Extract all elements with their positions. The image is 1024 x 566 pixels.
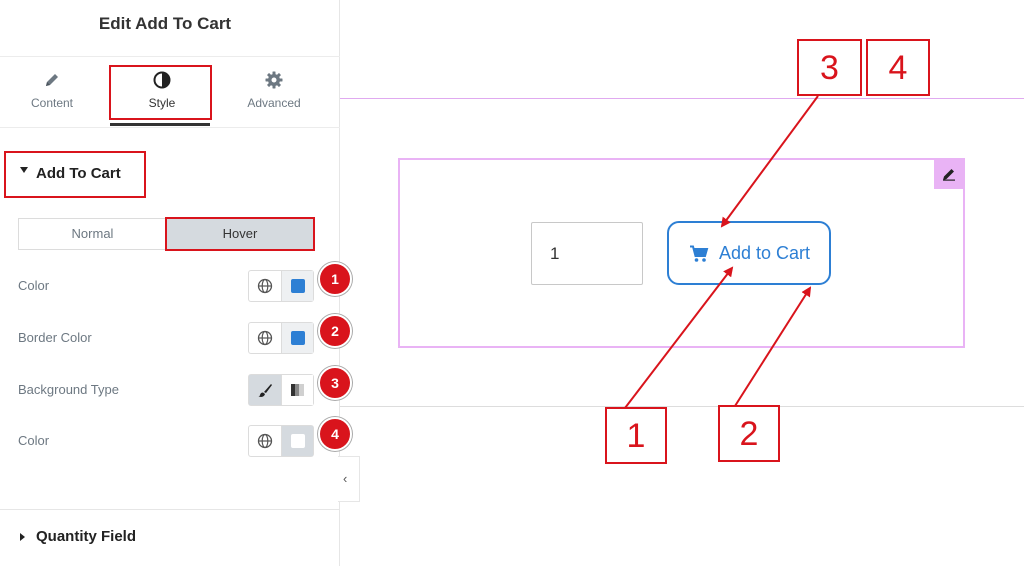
annotation-arrows bbox=[624, 95, 819, 409]
arrow-1 bbox=[624, 266, 734, 409]
arrow-2 bbox=[734, 286, 812, 407]
arrow-3 bbox=[720, 95, 819, 228]
